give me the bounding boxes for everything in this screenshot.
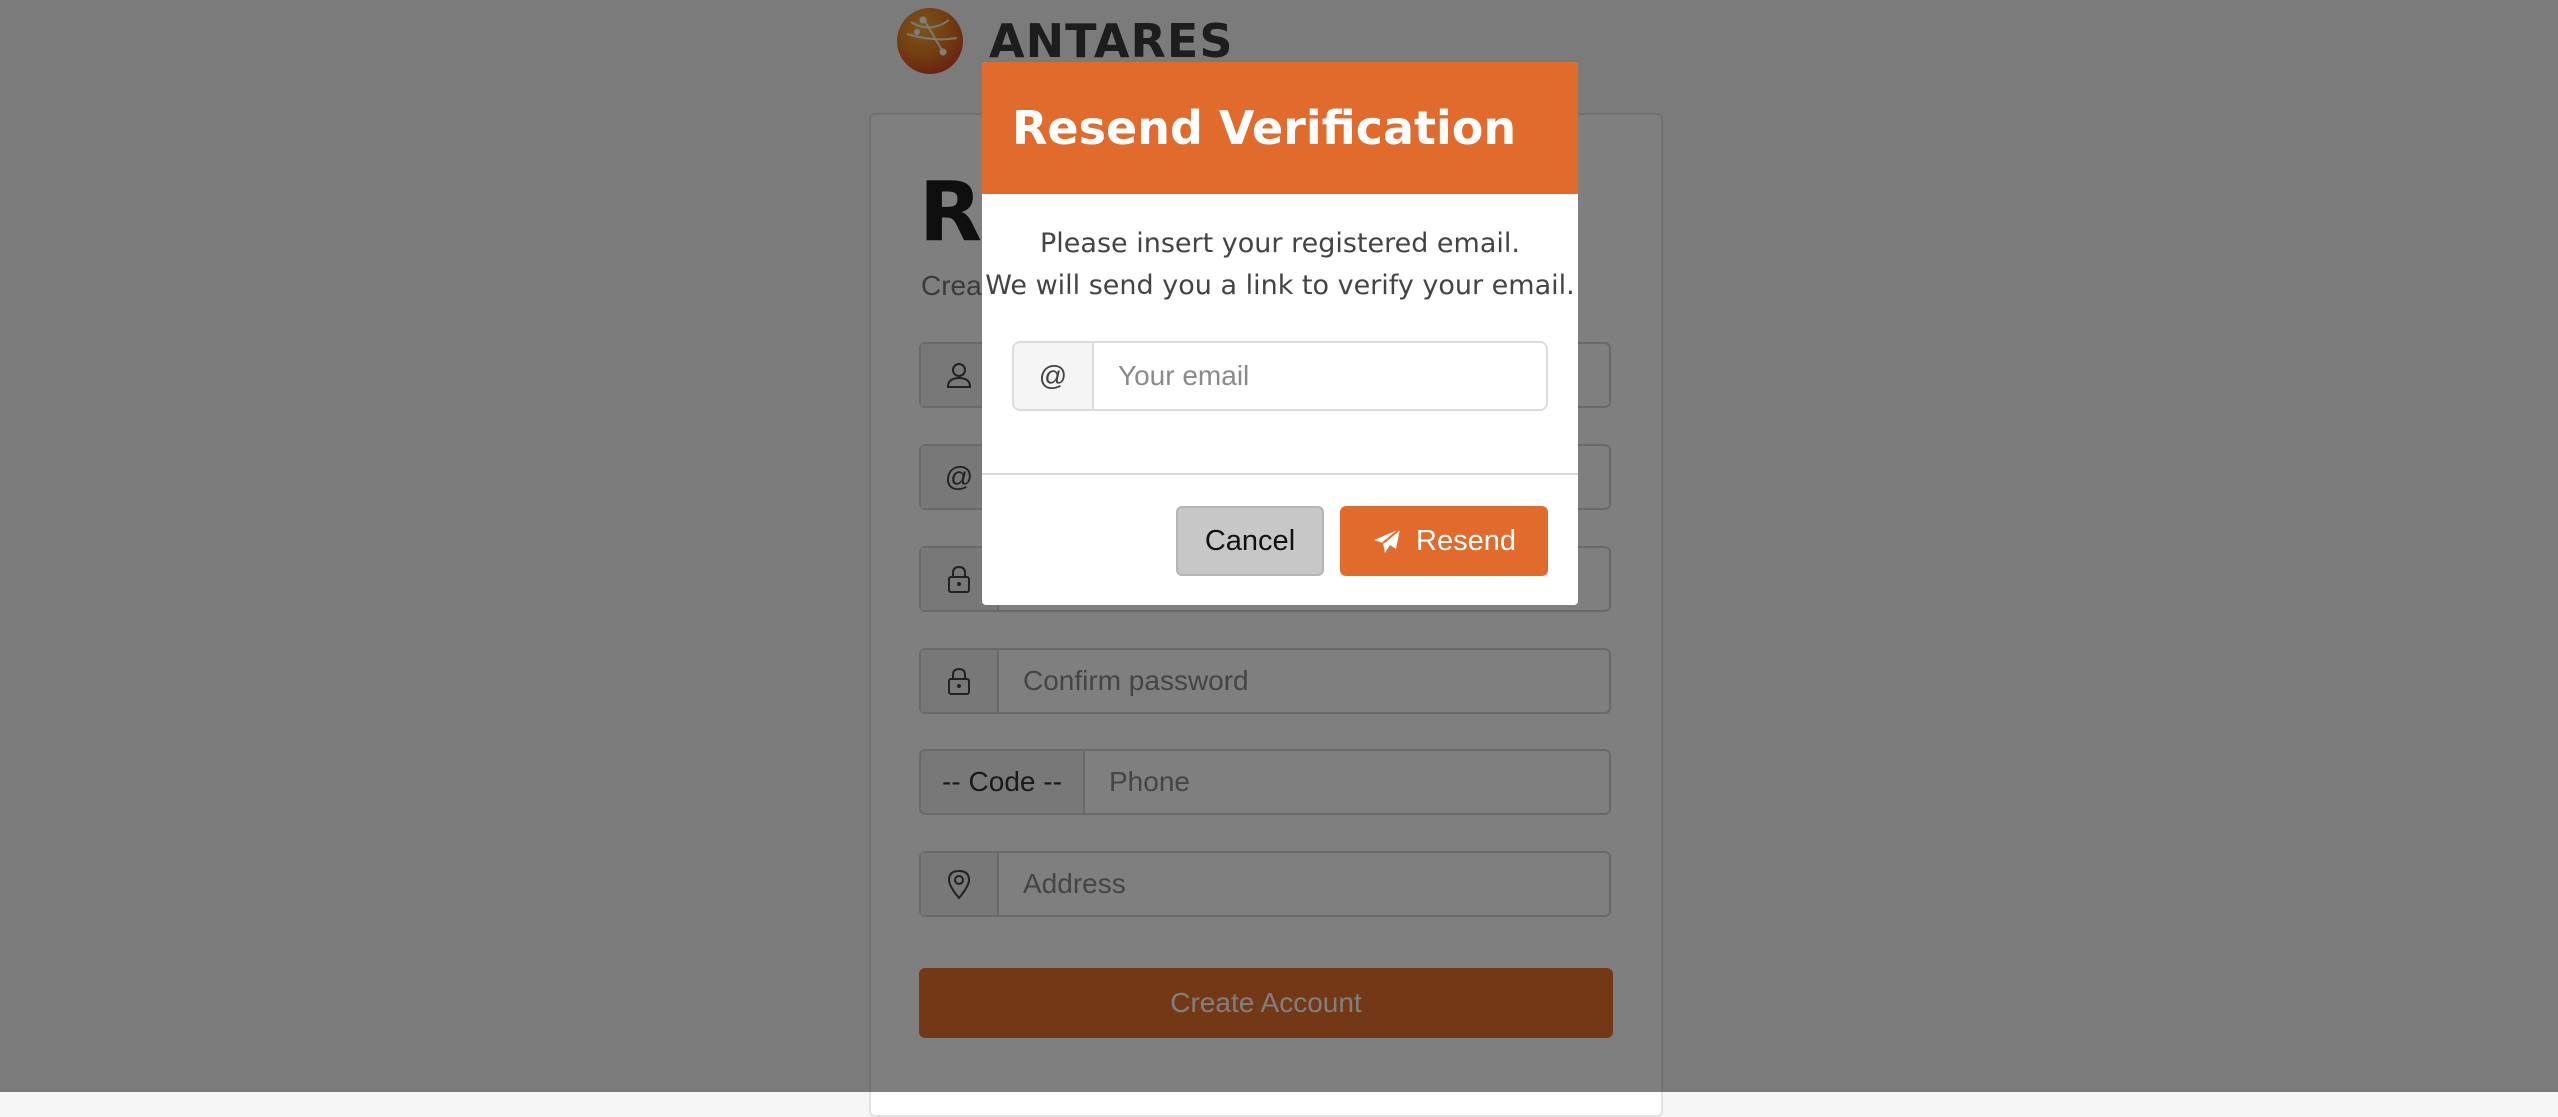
paper-plane-icon <box>1372 527 1402 555</box>
modal-message-line1: Please insert your registered email. <box>1040 228 1520 259</box>
modal-title: Resend Verification <box>1012 101 1517 155</box>
resend-button-label: Resend <box>1416 524 1516 557</box>
modal-divider <box>982 473 1578 475</box>
resend-verification-modal: Resend Verification Please insert your r… <box>982 62 1578 605</box>
cancel-button[interactable]: Cancel <box>1176 506 1324 576</box>
modal-header: Resend Verification <box>982 62 1578 194</box>
modal-message: Please insert your registered email. We … <box>982 223 1578 307</box>
at-icon: @ <box>1014 343 1094 409</box>
resend-button[interactable]: Resend <box>1340 506 1548 576</box>
email-input[interactable] <box>1094 343 1546 409</box>
modal-email-group: @ <box>1012 341 1548 411</box>
modal-message-line2: We will send you a link to verify your e… <box>985 270 1575 301</box>
